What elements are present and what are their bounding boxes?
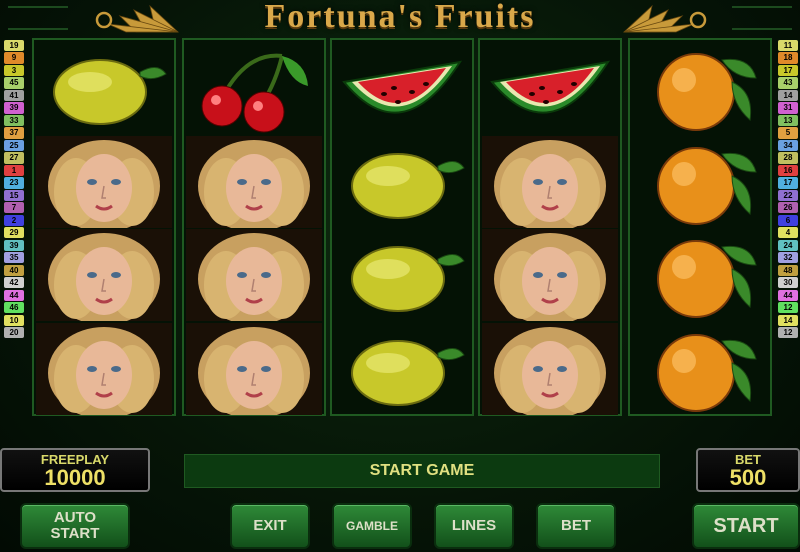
woman-icon xyxy=(186,135,322,232)
title-banner: Fortuna's Fruits xyxy=(0,0,800,38)
payline-number: 31 xyxy=(778,102,798,114)
greek-border-left xyxy=(8,6,68,30)
woman-icon xyxy=(36,135,172,232)
payline-number: 45 xyxy=(4,77,24,89)
lemon-icon xyxy=(334,229,470,321)
reel-2 xyxy=(182,38,326,419)
reel-4 xyxy=(478,38,622,419)
payline-number: 10 xyxy=(4,314,24,326)
payline-number: 22 xyxy=(778,189,798,201)
payline-number: 34 xyxy=(778,139,798,152)
woman-icon xyxy=(482,322,618,419)
payline-number: 43 xyxy=(778,77,798,89)
watermelon-icon xyxy=(334,42,470,134)
woman-icon xyxy=(482,135,618,232)
reels xyxy=(32,38,772,419)
exit-button[interactable]: EXIT xyxy=(230,503,310,549)
payline-number: 3 xyxy=(4,64,24,77)
message-bar: START GAME xyxy=(184,454,660,488)
payline-number: 30 xyxy=(778,277,798,289)
game-title: Fortuna's Fruits xyxy=(264,0,536,35)
lines-button[interactable]: LINES xyxy=(434,503,514,549)
woman-icon xyxy=(36,322,172,419)
payline-number: 23 xyxy=(4,177,24,189)
payline-number: 37 xyxy=(4,127,24,139)
payline-number: 5 xyxy=(778,127,798,139)
orange-icon xyxy=(632,323,768,415)
payline-number: 17 xyxy=(778,177,798,189)
woman-icon xyxy=(36,229,172,325)
orange-icon xyxy=(632,136,768,228)
reel-5 xyxy=(628,38,772,416)
reel-1 xyxy=(32,38,176,419)
payline-number: 28 xyxy=(778,152,798,164)
payline-number: 16 xyxy=(778,164,798,177)
payline-number: 14 xyxy=(778,314,798,326)
payline-number: 46 xyxy=(4,302,24,314)
payline-number: 48 xyxy=(778,264,798,276)
woman-icon xyxy=(186,322,322,419)
payline-number: 13 xyxy=(778,114,798,127)
bet-value: 500 xyxy=(729,465,767,490)
payline-number: 9 xyxy=(4,52,24,64)
game-frame: Fortuna's Fruits 19 9 3 45 41 39 33 37 25 27 1 23 15… xyxy=(0,0,800,552)
payline-number: 17 xyxy=(778,64,798,77)
payline-number: 42 xyxy=(4,277,24,289)
payline-number: 6 xyxy=(778,214,798,226)
payline-number: 12 xyxy=(778,302,798,314)
woman-icon xyxy=(482,229,618,325)
auto-start-label-line2: START xyxy=(50,525,100,542)
payline-number: 7 xyxy=(4,202,24,214)
orange-icon xyxy=(632,229,768,321)
payline-number: 27 xyxy=(4,152,24,164)
lemon-icon xyxy=(334,136,470,228)
payline-number: 33 xyxy=(4,114,24,127)
freeplay-value: 10000 xyxy=(44,465,106,490)
paylines-left: 19 9 3 45 41 39 33 37 25 27 1 23 15 7 2 29 39 35 40 42 44 46 1… xyxy=(4,40,24,340)
payline-number: 20 xyxy=(4,327,24,339)
payline-number: 1 xyxy=(4,164,24,177)
watermelon-icon xyxy=(482,42,618,134)
payline-number: 44 xyxy=(4,289,24,301)
bet-panel: BET 500 xyxy=(696,448,800,492)
lemon-icon xyxy=(334,323,470,415)
payline-number: 18 xyxy=(778,52,798,64)
payline-number: 4 xyxy=(778,227,798,239)
auto-start-button[interactable]: AUTO START xyxy=(20,503,130,549)
payline-number: 40 xyxy=(4,264,24,276)
payline-number: 44 xyxy=(778,289,798,301)
sunburst-ornament-right-icon xyxy=(622,4,707,33)
auto-start-label-line1: AUTO xyxy=(53,509,97,526)
gamble-button[interactable]: GAMBLE xyxy=(332,503,412,549)
payline-number: 12 xyxy=(778,327,798,339)
orange-icon xyxy=(632,42,768,134)
freeplay-panel: FREEPLAY 10000 xyxy=(0,448,150,492)
paylines-right: 11 18 17 43 14 31 13 5 34 28 16 17 22 26 6 4 24 32 48 30 44 1… xyxy=(778,40,798,340)
payline-number: 24 xyxy=(778,239,798,251)
lemon-icon xyxy=(36,42,172,134)
bet-button[interactable]: BET xyxy=(536,503,616,549)
payline-number: 19 xyxy=(4,40,24,52)
woman-icon xyxy=(186,229,322,325)
payline-number: 39 xyxy=(4,102,24,114)
payline-number: 26 xyxy=(778,202,798,214)
payline-number: 14 xyxy=(778,89,798,102)
payline-number: 32 xyxy=(778,252,798,264)
payline-number: 39 xyxy=(4,239,24,251)
reel-3 xyxy=(330,38,474,416)
payline-number: 25 xyxy=(4,139,24,152)
cherries-icon xyxy=(186,42,322,134)
payline-number: 15 xyxy=(4,189,24,201)
sunburst-ornament-left-icon xyxy=(95,4,180,33)
payline-number: 11 xyxy=(778,40,798,52)
payline-number: 41 xyxy=(4,89,24,102)
payline-number: 29 xyxy=(4,227,24,239)
greek-border-right xyxy=(732,6,792,30)
payline-number: 2 xyxy=(4,214,24,226)
payline-number: 35 xyxy=(4,252,24,264)
start-button[interactable]: START xyxy=(692,503,800,549)
